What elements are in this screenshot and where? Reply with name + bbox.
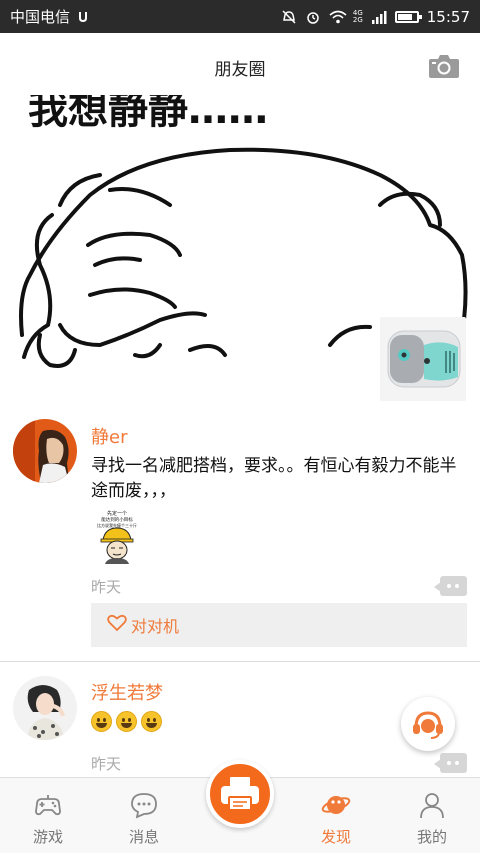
wifi-icon xyxy=(329,10,347,24)
emoji-row xyxy=(91,711,162,732)
avatar[interactable] xyxy=(13,676,77,740)
chat-icon xyxy=(131,793,157,819)
post-text: 寻找一名减肥搭档，要求。。有恒心有毅力不能半途而废，，， xyxy=(91,456,457,501)
tab-discover[interactable]: 发现 xyxy=(288,778,384,853)
planet-icon xyxy=(321,796,351,814)
center-action-button[interactable] xyxy=(206,760,274,828)
clock: 15:57 xyxy=(426,7,470,26)
customer-service-button[interactable] xyxy=(401,697,455,751)
profile-icon xyxy=(420,793,444,819)
battery-icon xyxy=(394,10,422,23)
tab-label: 游戏 xyxy=(32,828,63,846)
grin-emoji-icon xyxy=(141,711,162,732)
sticker-text-line: 比方说我先瘦个三十斤 xyxy=(97,522,137,528)
comment-icon[interactable] xyxy=(434,753,467,773)
gamepad-icon xyxy=(35,795,61,816)
header: 朋友圈 xyxy=(0,33,480,99)
tab-games[interactable]: 游戏 xyxy=(0,778,96,853)
grin-emoji-icon xyxy=(116,711,137,732)
heart-icon xyxy=(107,614,127,636)
network-type: 4G 2G xyxy=(352,8,363,24)
avatar[interactable] xyxy=(13,419,77,483)
battery-level xyxy=(397,13,412,20)
carrier-label: 中国电信 xyxy=(10,8,71,26)
camera-icon[interactable] xyxy=(428,53,460,79)
device-image[interactable] xyxy=(380,317,466,401)
tab-label: 我的 xyxy=(416,828,447,846)
headset-icon xyxy=(413,711,443,739)
like-bar: 对对机 xyxy=(91,603,467,647)
mute-icon xyxy=(281,9,297,24)
comment-icon[interactable] xyxy=(434,576,467,596)
like-user[interactable]: 对对机 xyxy=(131,613,179,637)
status-bar: 中国电信 4G 2G 15:57 xyxy=(0,0,480,33)
post-time: 昨天 xyxy=(91,578,122,596)
tab-profile[interactable]: 我的 xyxy=(384,778,480,853)
tab-messages[interactable]: 消息 xyxy=(96,778,192,853)
feed-post: 静er 寻找一名减肥搭档，要求。。有恒心有毅力不能半途而废，，， 先定一个 能达… xyxy=(0,410,480,662)
alarm-icon xyxy=(305,10,321,24)
sticker-text-line: 先定一个 xyxy=(107,510,127,517)
post-author[interactable]: 静er xyxy=(91,423,127,449)
sticker-image[interactable]: 先定一个 能达到的小目标 比方说我先瘦个三十斤 xyxy=(91,508,143,564)
tab-label: 消息 xyxy=(128,828,159,846)
post-time: 昨天 xyxy=(91,755,122,773)
cover-caption: 我想静静…… xyxy=(28,95,268,133)
printer-icon xyxy=(221,777,259,811)
page-title: 朋友圈 xyxy=(214,60,266,80)
sticker-text-line: 能达到的小目标 xyxy=(101,516,133,523)
shield-icon xyxy=(76,10,92,24)
signal-icon xyxy=(371,10,387,24)
post-author[interactable]: 浮生若梦 xyxy=(91,679,163,705)
tab-label: 发现 xyxy=(320,828,351,846)
grin-emoji-icon xyxy=(91,711,112,732)
